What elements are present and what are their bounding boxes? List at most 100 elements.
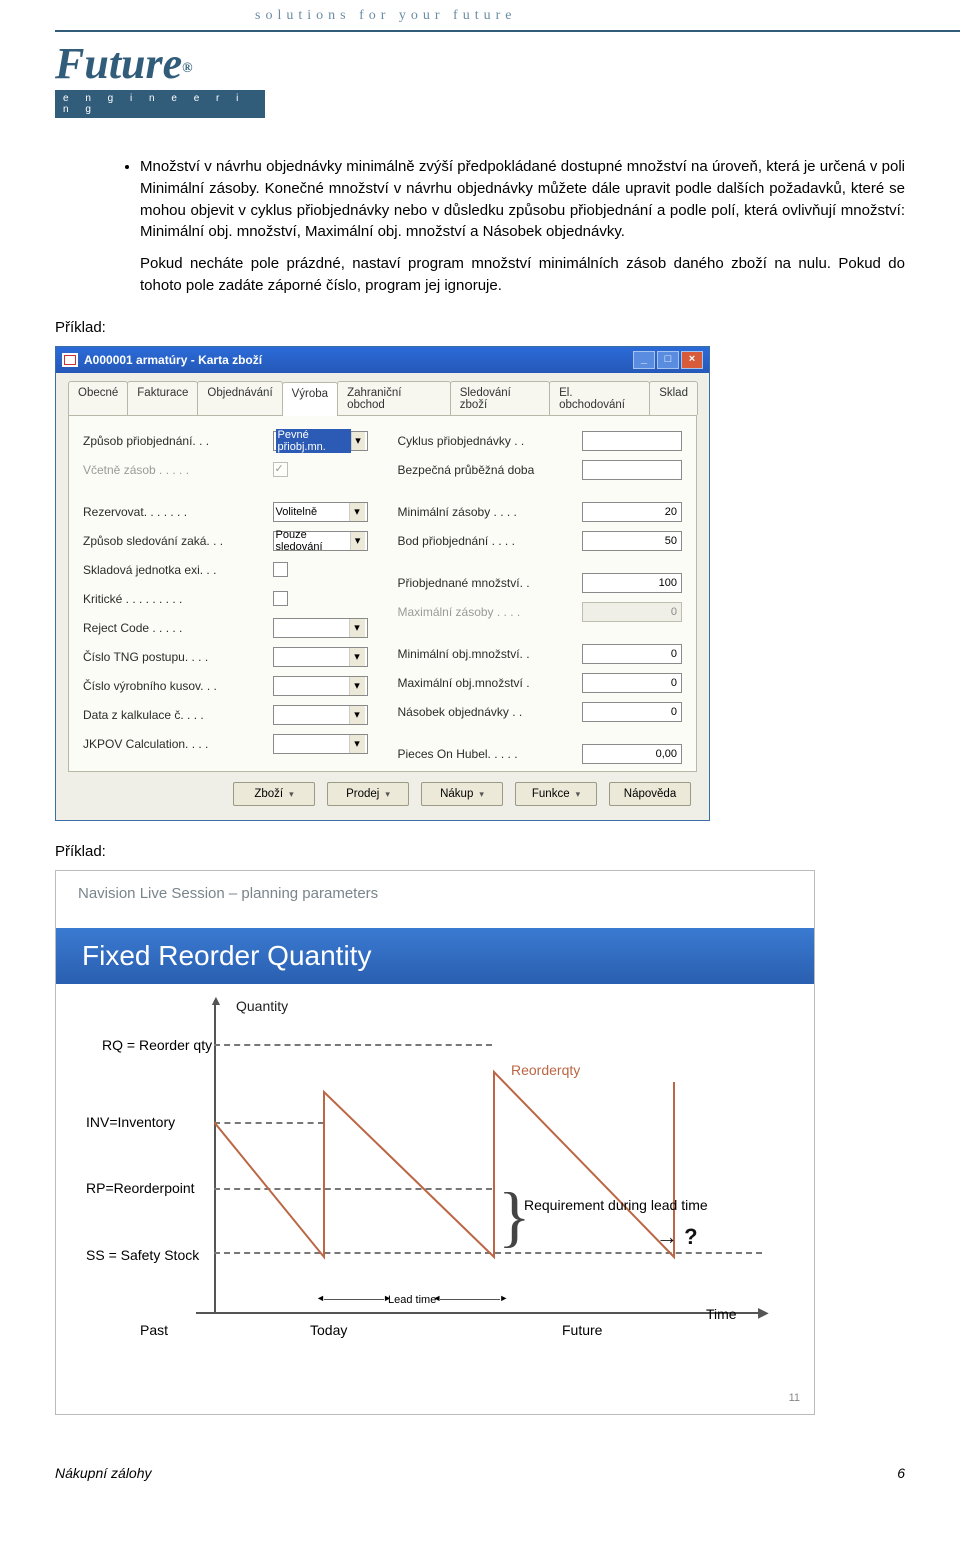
button-row: Zboží Prodej Nákup Funkce Nápověda <box>68 772 697 808</box>
rq-label: RQ = Reorder qty <box>102 1037 212 1053</box>
page-header: solutions for your future Future® e n g … <box>55 0 905 150</box>
lbl-minobj: Minimální obj.množství. . <box>398 647 583 661</box>
lbl-maxobj: Maximální obj.množství . <box>398 676 583 690</box>
logo-reg: ® <box>182 61 192 76</box>
btn-nakup[interactable]: Nákup <box>421 782 503 806</box>
form-left-col: Způsob přiobjednání. . . Pevné přiobj.mn… <box>83 430 368 765</box>
chevron-down-icon: ▾ <box>351 432 365 450</box>
slide-chart: RQ = Reorder qty Quantity INV=Inventory … <box>86 1002 784 1362</box>
qty-label: Quantity <box>236 998 288 1014</box>
tick-past: Past <box>140 1322 168 1338</box>
chevron-down-icon: ▾ <box>349 677 365 695</box>
sel-kusov[interactable]: ▾ <box>273 676 368 696</box>
tick-time: Time <box>706 1306 737 1322</box>
lead-time: Lead time <box>324 1294 500 1306</box>
lbl-jkpov: JKPOV Calculation. . . . <box>83 737 273 751</box>
example-label-1: Příklad: <box>55 319 905 336</box>
lbl-zpusob-priobj: Způsob přiobjednání. . . <box>83 434 273 448</box>
lbl-skladjed: Skladová jednotka exi. . . <box>83 563 273 577</box>
tab-sledovani[interactable]: Sledování zboží <box>450 381 550 415</box>
tab-elobch[interactable]: El. obchodování <box>549 381 650 415</box>
ss-label: SS = Safety Stock <box>86 1247 199 1263</box>
chk-vcetne <box>273 462 288 477</box>
btn-prodej[interactable]: Prodej <box>327 782 409 806</box>
tab-obecne[interactable]: Obecné <box>68 381 128 415</box>
lbl-minzas: Minimální zásoby . . . . <box>398 505 583 519</box>
txt-minzas[interactable]: 20 <box>582 502 682 522</box>
inv-label: INV=Inventory <box>86 1114 175 1130</box>
reorderqty-label: Reorderqty <box>511 1062 580 1078</box>
txt-cyklus[interactable] <box>582 431 682 451</box>
txt-minobj[interactable]: 0 <box>582 644 682 664</box>
tick-future: Future <box>562 1322 602 1338</box>
maximize-button[interactable]: □ <box>657 351 679 369</box>
lbl-kusov: Číslo výrobního kusov. . . <box>83 679 273 693</box>
sel-zpusob-priobj[interactable]: Pevné přiobj.mn.▾ <box>273 431 368 451</box>
chevron-down-icon: ▾ <box>350 532 365 550</box>
lbl-cyklus: Cyklus přiobjednávky . . <box>398 434 583 448</box>
logo-text: Future <box>55 39 182 88</box>
txt-maxobj[interactable]: 0 <box>582 673 682 693</box>
footer-left: Nákupní zálohy <box>55 1465 152 1481</box>
lbl-kalk: Data z kalkulace č. . . . <box>83 708 273 722</box>
txt-nasobek[interactable]: 0 <box>582 702 682 722</box>
bullet-para-1: Množství v návrhu objednávky minimálně z… <box>140 156 905 243</box>
lbl-nasobek: Násobek objednávky . . <box>398 705 583 719</box>
chevron-down-icon: ▾ <box>349 735 365 753</box>
lbl-reject: Reject Code . . . . . <box>83 621 273 635</box>
slide-page: 11 <box>789 1392 800 1404</box>
sel-kalk[interactable]: ▾ <box>273 705 368 725</box>
logo-sub: e n g i n e e r i n g <box>55 90 265 118</box>
sel-tng[interactable]: ▾ <box>273 647 368 667</box>
txt-priobj[interactable]: 100 <box>582 573 682 593</box>
lbl-bezp: Bezpečná průběžná doba <box>398 463 583 477</box>
nav-window: A000001 armatúry - Karta zboží _ □ × Obe… <box>55 346 710 821</box>
txt-bezp[interactable] <box>582 460 682 480</box>
tagline: solutions for your future <box>255 8 516 24</box>
chk-skladjed[interactable] <box>273 562 288 577</box>
btn-napoveda[interactable]: Nápověda <box>609 782 691 806</box>
tab-bar: Obecné Fakturace Objednávání Výroba Zahr… <box>68 375 697 415</box>
txt-bod[interactable]: 50 <box>582 531 682 551</box>
slide-top: Navision Live Session – planning paramet… <box>56 871 814 902</box>
sel-jkpov[interactable]: ▾ <box>273 734 368 754</box>
tab-objednavani[interactable]: Objednávání <box>197 381 282 415</box>
chk-kriticke[interactable] <box>273 591 288 606</box>
txt-pieces[interactable]: 0,00 <box>582 744 682 764</box>
req-label: Requirement during lead time <box>524 1197 708 1213</box>
minimize-button[interactable]: _ <box>633 351 655 369</box>
header-rule <box>55 30 960 32</box>
lbl-tng: Číslo TNG postupu. . . . <box>83 650 273 664</box>
lbl-priobj: Přiobjednané množství. . <box>398 576 583 590</box>
txt-maxzas: 0 <box>582 602 682 622</box>
tab-zahranicni[interactable]: Zahraniční obchod <box>337 381 451 415</box>
lbl-pieces: Pieces On Hubel. . . . . <box>398 747 583 761</box>
chevron-down-icon: ▾ <box>349 648 365 666</box>
sel-sledovani[interactable]: Pouze sledování▾ <box>273 531 368 551</box>
logo: Future® e n g i n e e r i n g <box>55 42 265 118</box>
page-footer: Nákupní zálohy 6 <box>55 1465 905 1481</box>
footer-right: 6 <box>897 1465 905 1481</box>
btn-funkce[interactable]: Funkce <box>515 782 597 806</box>
window-icon <box>62 353 78 367</box>
window-title: A000001 armatúry - Karta zboží <box>84 353 262 367</box>
window-titlebar[interactable]: A000001 armatúry - Karta zboží _ □ × <box>56 347 709 373</box>
chevron-down-icon: ▾ <box>349 503 365 521</box>
btn-zbozi[interactable]: Zboží <box>233 782 315 806</box>
sel-reject[interactable]: ▾ <box>273 618 368 638</box>
chevron-down-icon: ▾ <box>349 706 365 724</box>
slide-title: Fixed Reorder Quantity <box>56 928 814 984</box>
example-label-2: Příklad: <box>55 843 905 860</box>
bullet-list: Množství v návrhu objednávky minimálně z… <box>100 156 905 297</box>
lbl-bod: Bod přiobjednání . . . . <box>398 534 583 548</box>
tab-vyroba[interactable]: Výroba <box>282 382 338 416</box>
rp-label: RP=Reorderpoint <box>86 1180 195 1196</box>
tab-sklad[interactable]: Sklad <box>649 381 698 415</box>
lbl-vcetne: Včetně zásob . . . . . <box>83 463 273 477</box>
close-button[interactable]: × <box>681 351 703 369</box>
tab-fakturace[interactable]: Fakturace <box>127 381 198 415</box>
lbl-sledovani: Způsob sledování zaká. . . <box>83 534 273 548</box>
slide-image: Navision Live Session – planning paramet… <box>55 870 815 1415</box>
sel-rezervovat[interactable]: Volitelně▾ <box>273 502 368 522</box>
q-arrow: → ? <box>656 1224 698 1250</box>
